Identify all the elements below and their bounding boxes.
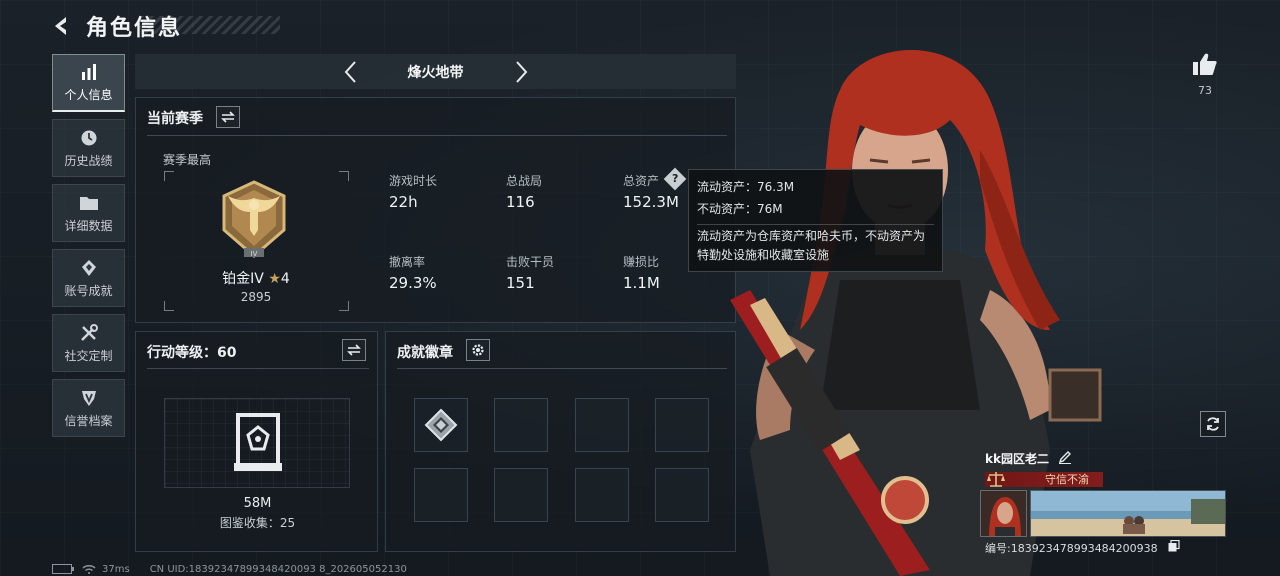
rank-stars: 4 bbox=[280, 271, 290, 287]
bar-chart-icon bbox=[79, 62, 99, 82]
sidebar-item-label: 个人信息 bbox=[64, 88, 113, 102]
likes[interactable]: 73 bbox=[1190, 52, 1220, 97]
battery-icon bbox=[52, 564, 74, 574]
stat-label-assets: 总资产 bbox=[623, 174, 660, 188]
sidebar-item-history[interactable]: 历史战绩 bbox=[52, 119, 125, 177]
sidebar-item-detailed-data[interactable]: 详细数据 bbox=[52, 184, 125, 242]
rank-emblem: IV bbox=[222, 180, 286, 258]
shield-icon bbox=[79, 388, 99, 408]
frame-corner bbox=[164, 301, 174, 311]
action-level-panel: 行动等级：60 58M 图鉴收集：25 bbox=[135, 331, 378, 552]
scales-icon bbox=[987, 472, 1005, 487]
chevron-right-icon[interactable] bbox=[511, 59, 533, 85]
status-bar: 37ms CN UID:18392347899348420093 8_20260… bbox=[52, 562, 407, 576]
profile-banner bbox=[1030, 490, 1226, 537]
rank-info: 铂金IV ★4 bbox=[196, 268, 316, 288]
collection-frame bbox=[164, 398, 350, 488]
season-switch-button[interactable] bbox=[216, 106, 240, 128]
stat-value-kills: 151 bbox=[506, 274, 535, 292]
swap-icon bbox=[347, 344, 361, 356]
season-panel: 当前赛季 赛季最高 IV 铂金IV ★4 2895 游戏时长 22h 总战局 1… bbox=[135, 97, 736, 323]
tooltip-liquid-assets: 流动资产：76.3M bbox=[697, 180, 795, 194]
help-icon[interactable]: ? bbox=[663, 167, 687, 191]
assets-tooltip: 流动资产：76.3M 不动资产：76M 流动资产为仓库资产和哈夫币，不动资产为特… bbox=[688, 169, 943, 272]
frame-corner bbox=[164, 171, 174, 181]
tooltip-fixed-assets: 不动资产：76M bbox=[697, 202, 783, 216]
stat-value-profit-ratio: 1.1M bbox=[623, 274, 660, 292]
title-decoration bbox=[140, 16, 280, 34]
action-level-title: 行动等级：60 bbox=[147, 345, 237, 361]
season-title: 当前赛季 bbox=[147, 111, 203, 127]
achievements-title: 成就徽章 bbox=[397, 345, 453, 361]
badge-slot[interactable] bbox=[414, 398, 468, 452]
action-level-divider bbox=[147, 368, 369, 369]
svg-text:IV: IV bbox=[251, 250, 258, 258]
sidebar-item-social[interactable]: 社交定制 bbox=[52, 314, 125, 372]
badge-slot[interactable] bbox=[494, 398, 548, 452]
sidebar: 个人信息 历史战绩 详细数据 账号成就 社交定制 信誉档案 bbox=[52, 54, 125, 444]
rank-name: 铂金IV bbox=[222, 271, 264, 287]
uid-text: CN UID:18392347899348420093 8_2026050521… bbox=[149, 563, 407, 575]
achievement-icon bbox=[79, 258, 99, 278]
achievements-settings-button[interactable] bbox=[466, 339, 490, 361]
sidebar-item-label: 信誉档案 bbox=[64, 413, 113, 428]
swap-icon bbox=[221, 111, 235, 123]
frame-corner bbox=[339, 171, 349, 181]
stat-label-matches: 总战局 bbox=[506, 174, 543, 188]
thumbs-up-icon bbox=[1193, 53, 1217, 75]
stat-label-profit-ratio: 赚损比 bbox=[623, 255, 660, 269]
stat-value-extract-rate: 29.3% bbox=[389, 274, 437, 292]
tooltip-divider bbox=[697, 224, 934, 225]
mode-selector: 烽火地带 bbox=[135, 54, 736, 89]
back-arrow-icon[interactable] bbox=[50, 14, 74, 38]
sidebar-item-credit[interactable]: 信誉档案 bbox=[52, 379, 125, 437]
star-icon: ★ bbox=[268, 271, 281, 287]
collection-showcase-icon bbox=[234, 413, 282, 471]
season-best-label: 赛季最高 bbox=[163, 153, 212, 167]
badge-slot[interactable] bbox=[414, 468, 468, 522]
ping-value: 37ms bbox=[102, 563, 130, 575]
frame-corner bbox=[339, 301, 349, 311]
sidebar-item-label: 账号成就 bbox=[64, 283, 113, 298]
player-id: 编号:1839234789934842009​38 bbox=[985, 542, 1158, 555]
stat-label-kills: 击败干员 bbox=[506, 255, 555, 269]
stat-label-extract-rate: 撤离率 bbox=[389, 255, 426, 269]
sidebar-item-personal-info[interactable]: 个人信息 bbox=[52, 54, 125, 112]
stat-value-matches: 116 bbox=[506, 193, 535, 211]
badge-slot[interactable] bbox=[575, 398, 629, 452]
sidebar-item-label: 社交定制 bbox=[64, 348, 113, 363]
folder-icon bbox=[79, 193, 99, 213]
stat-value-assets: 152.3M bbox=[623, 193, 679, 211]
badge-slot[interactable] bbox=[575, 468, 629, 522]
sidebar-item-label: 详细数据 bbox=[64, 218, 113, 233]
rotate-model-button[interactable] bbox=[1200, 411, 1226, 437]
badge-slot[interactable] bbox=[494, 468, 548, 522]
action-level-switch-button[interactable] bbox=[342, 339, 366, 361]
gear-icon bbox=[472, 344, 484, 356]
achievements-panel: 成就徽章 bbox=[385, 331, 736, 552]
avatar[interactable] bbox=[980, 490, 1027, 537]
copy-icon[interactable] bbox=[1168, 540, 1180, 552]
clock-icon bbox=[79, 128, 99, 148]
season-divider bbox=[147, 135, 727, 136]
wifi-icon bbox=[82, 565, 96, 574]
stat-label-playtime: 游戏时长 bbox=[389, 174, 438, 188]
player-name: kk园区老二 bbox=[985, 452, 1049, 466]
likes-count: 73 bbox=[1198, 84, 1212, 97]
action-level-value: 58M bbox=[243, 496, 272, 511]
chevron-left-icon[interactable] bbox=[339, 59, 361, 85]
edit-icon[interactable] bbox=[1058, 450, 1072, 464]
tools-icon bbox=[79, 323, 99, 343]
achievements-divider bbox=[397, 368, 727, 369]
sidebar-item-label: 历史战绩 bbox=[64, 153, 113, 168]
tooltip-description: 流动资产为仓库资产和哈夫币，不动资产为特勤处设施和收藏室设施 bbox=[697, 229, 926, 262]
mode-name: 烽火地带 bbox=[407, 64, 464, 81]
badge-icon bbox=[424, 408, 458, 442]
stat-value-playtime: 22h bbox=[389, 193, 418, 211]
rank-score: 2895 bbox=[240, 290, 272, 304]
collection-count: 图鉴收集：25 bbox=[219, 516, 296, 530]
refresh-icon bbox=[1207, 417, 1219, 431]
sidebar-item-achievements[interactable]: 账号成就 bbox=[52, 249, 125, 307]
